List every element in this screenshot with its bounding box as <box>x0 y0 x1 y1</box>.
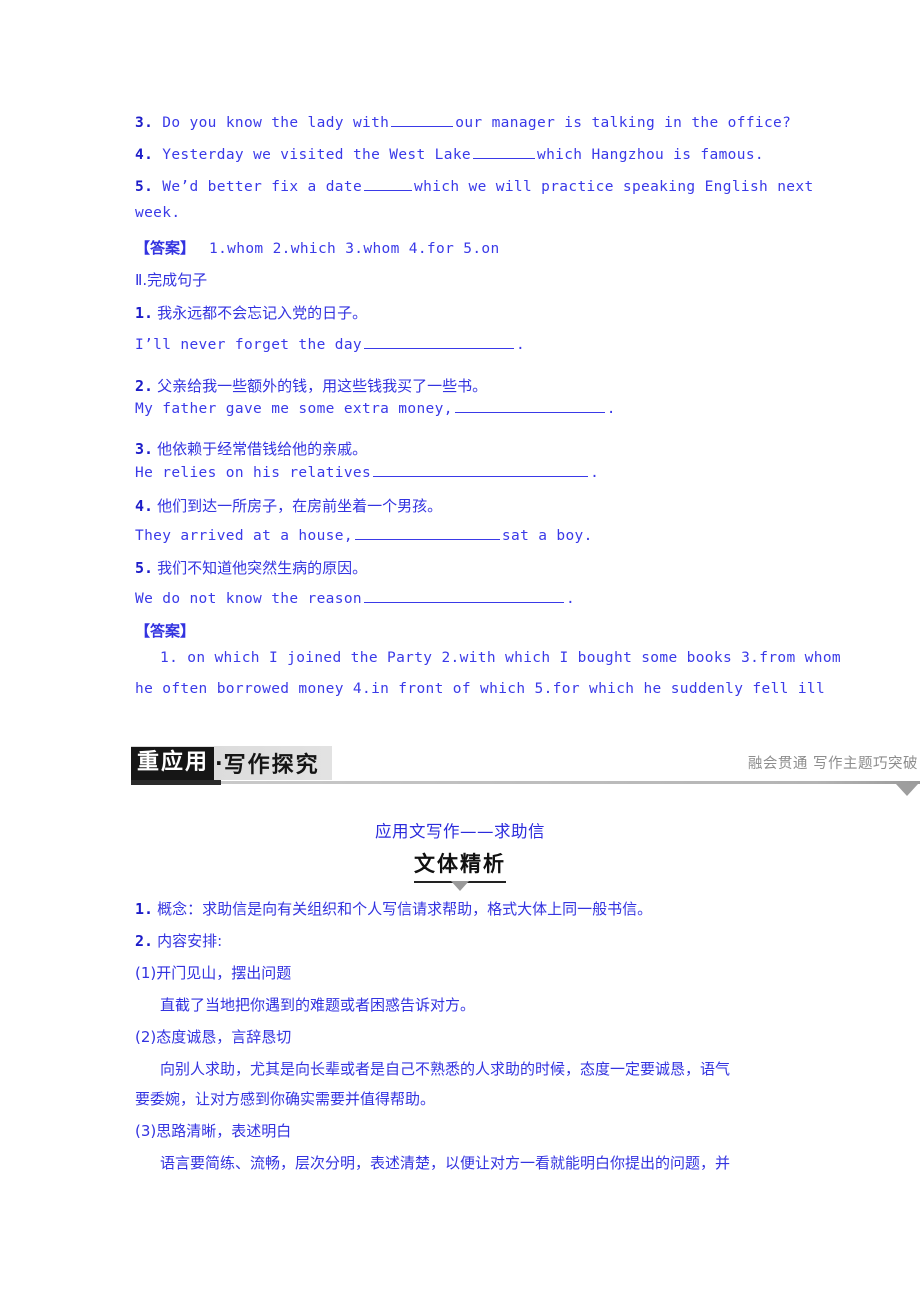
answer-blank[interactable] <box>364 176 413 191</box>
item-number: 4. <box>135 497 154 515</box>
section-banner: 重应用 · 写作探究 融会贯通 写作主题巧突破 <box>131 746 920 796</box>
completion-item-5-chinese: 5. 我们不知道他突然生病的原因。 <box>135 557 367 578</box>
writing-paragraph-8: (3)思路清晰，表述明白 <box>135 1122 292 1140</box>
writing-paragraph-5: (2)态度诚恳，言辞恳切 <box>135 1028 292 1046</box>
exercise-item-5: 5. We’d better fix a date which we will p… <box>135 176 814 195</box>
completion-answer-line-1: 1. on which I joined the Party 2.with wh… <box>160 650 841 666</box>
exercise-item-5-wrap: week. <box>135 205 181 221</box>
completion-item-3-chinese: 3. 他依赖于经常借钱给他的亲戚。 <box>135 438 367 459</box>
writing-paragraph-4: 直截了当地把你遇到的难题或者困惑告诉对方。 <box>160 996 476 1014</box>
completion-answer-line-2: he often borrowed money 4.in front of wh… <box>135 681 826 697</box>
paragraph-number: 1. <box>135 900 154 918</box>
item-number: 5. <box>135 559 154 577</box>
triangle-down-icon <box>451 881 469 891</box>
writing-paragraph-9: 语言要简练、流畅，层次分明，表述清楚，以便让对方一看就能明白你提出的问题，并 <box>160 1154 731 1172</box>
item-english: I’ll never forget the day <box>135 336 362 353</box>
completion-item-2-english: My father gave me some extra money,. <box>135 398 616 417</box>
item-number: 4. <box>135 146 154 163</box>
banner-tag-separator-dot: · <box>215 751 223 775</box>
item-english: They arrived at a house, <box>135 527 353 544</box>
item-number: 3. <box>135 440 154 458</box>
banner-triangle-down-icon <box>896 784 918 796</box>
exercise-item-4: 4. Yesterday we visited the West Lake whi… <box>135 144 764 163</box>
writing-paragraph-2: 2. 内容安排: <box>135 930 222 951</box>
item-text-tail: which we will practice speaking English … <box>414 178 814 195</box>
paragraph-text: 概念：求助信是向有关组织和个人写信请求帮助，格式大体上同一般书信。 <box>157 900 653 918</box>
item-number: 2. <box>135 377 154 395</box>
banner-rule-light-segment <box>221 781 920 784</box>
completion-section-heading: Ⅱ.完成句子 <box>135 271 208 289</box>
item-number: 5. <box>135 178 154 195</box>
answer-blank[interactable] <box>364 334 514 349</box>
banner-rule-dark-segment <box>131 780 221 785</box>
writing-topic-title: 应用文写作——求助信 <box>375 822 545 841</box>
completion-item-2-chinese: 2. 父亲给我一些额外的钱，用这些钱我买了一些书。 <box>135 375 487 396</box>
paragraph-text: 内容安排: <box>157 932 223 950</box>
item-text-tail: our manager is talking in the office? <box>455 114 792 131</box>
item-chinese: 他依赖于经常借钱给他的亲戚。 <box>157 440 368 458</box>
item-english-tail: . <box>606 400 616 417</box>
item-english: He relies on his relatives <box>135 464 372 481</box>
completion-item-5-english: We do not know the reason. <box>135 588 575 607</box>
answer-blank[interactable] <box>364 588 564 603</box>
item-text: We’d better fix a date <box>162 178 363 195</box>
banner-tag-tail-label: 写作探究 <box>223 753 320 778</box>
answer-blank[interactable] <box>472 144 535 159</box>
writing-paragraph-6: 向别人求助，尤其是向长辈或者是自己不熟悉的人求助的时候，态度一定要诚恳，语气 <box>160 1060 731 1078</box>
item-english-tail: sat a boy. <box>501 527 593 544</box>
item-english-tail: . <box>566 590 576 607</box>
item-chinese: 父亲给我一些额外的钱，用这些钱我买了一些书。 <box>157 377 488 395</box>
item-chinese: 他们到达一所房子，在房前坐着一个男孩。 <box>157 497 443 515</box>
style-analysis-arrow-wrap <box>0 878 920 896</box>
item-english-tail: . <box>516 336 526 353</box>
paragraph-number: 2. <box>135 932 154 950</box>
item-text: Yesterday we visited the West Lake <box>162 146 471 163</box>
answer-blank[interactable] <box>354 525 500 540</box>
banner-rule <box>131 780 920 785</box>
completion-item-1-chinese: 1. 我永远都不会忘记入党的日子。 <box>135 302 367 323</box>
exercise-item-3: 3. Do you know the lady with our manager … <box>135 112 791 131</box>
item-number: 3. <box>135 114 154 131</box>
item-chinese: 我永远都不会忘记入党的日子。 <box>157 304 368 322</box>
banner-tag-boxed-label: 重应用 <box>131 746 215 780</box>
document-page: 3. Do you know the lady with our manager … <box>0 0 920 1302</box>
answer-blank[interactable] <box>391 112 454 127</box>
item-number: 1. <box>135 304 154 322</box>
exercise-answer-row: 【答案】 1.whom 2.which 3.whom 4.for 5.on <box>135 237 500 258</box>
answer-text: 1.whom 2.which 3.whom 4.for 5.on <box>209 241 500 257</box>
item-text: Do you know the lady with <box>162 114 390 131</box>
completion-answer-label: 【答案】 <box>135 622 196 640</box>
item-chinese: 我们不知道他突然生病的原因。 <box>157 559 368 577</box>
writing-paragraph-1: 1. 概念：求助信是向有关组织和个人写信请求帮助，格式大体上同一般书信。 <box>135 898 652 919</box>
item-text-tail: which Hangzhou is famous. <box>536 146 764 163</box>
completion-item-1-english: I’ll never forget the day. <box>135 334 525 353</box>
item-english: We do not know the reason <box>135 590 362 607</box>
item-english-tail: . <box>590 464 600 481</box>
banner-subtitle: 融会贯通 写作主题巧突破 <box>747 756 918 772</box>
answer-label: 【答案】 <box>135 239 196 257</box>
answer-blank[interactable] <box>373 462 589 477</box>
writing-paragraph-7: 要委婉，让对方感到你确实需要并值得帮助。 <box>135 1090 436 1108</box>
item-english: My father gave me some extra money, <box>135 400 453 417</box>
answer-blank[interactable] <box>454 398 605 413</box>
writing-paragraph-3: (1)开门见山，摆出问题 <box>135 964 292 982</box>
completion-item-3-english: He relies on his relatives. <box>135 462 599 481</box>
banner-tag: 重应用 · 写作探究 <box>131 746 332 780</box>
completion-item-4-english: They arrived at a house, sat a boy. <box>135 525 593 544</box>
completion-item-4-chinese: 4. 他们到达一所房子，在房前坐着一个男孩。 <box>135 495 442 516</box>
